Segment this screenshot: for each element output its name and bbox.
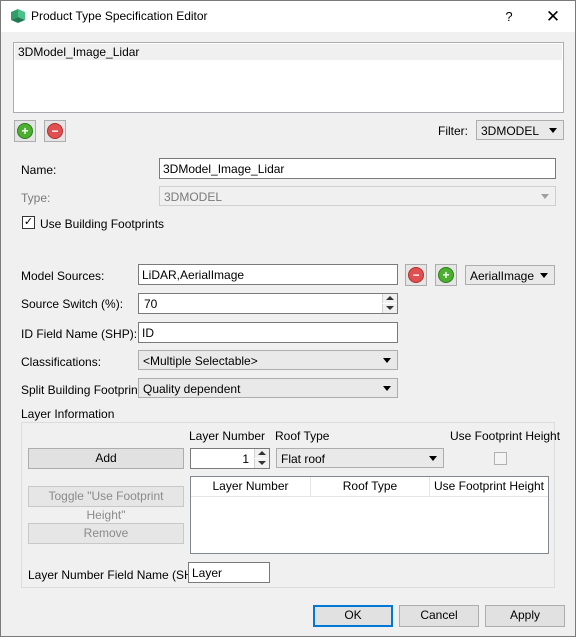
model-sources-value: LiDAR,AerialImage [142, 268, 245, 282]
cancel-button[interactable]: Cancel [399, 605, 479, 627]
name-value: 3DModel_Image_Lidar [163, 162, 285, 176]
spec-list[interactable]: 3DModel_Image_Lidar [13, 42, 564, 113]
remove-icon: − [47, 123, 63, 139]
roof-type-label: Roof Type [275, 429, 330, 443]
window-title: Product Type Specification Editor [31, 9, 208, 23]
spin-down-button[interactable] [382, 304, 397, 313]
model-sources-label: Model Sources: [21, 269, 105, 283]
classifications-label: Classifications: [21, 355, 102, 369]
name-label: Name: [21, 163, 57, 177]
toggle-footprint-height-button[interactable]: Toggle "Use Footprint Height" [28, 486, 184, 522]
id-field-input[interactable]: ID [138, 322, 398, 343]
remove-icon: − [408, 267, 424, 283]
layer-number-label: Layer Number [189, 429, 266, 443]
chevron-up-icon [258, 451, 266, 455]
type-label: Type: [21, 191, 51, 205]
classifications-value: <Multiple Selectable> [143, 354, 258, 368]
layer-number-spinbox[interactable]: 1 [190, 448, 270, 469]
remove-source-button[interactable]: − [405, 264, 427, 286]
source-switch-spinbox[interactable]: 70 [138, 293, 398, 314]
add-icon: + [438, 267, 454, 283]
column-header-layer-number[interactable]: Layer Number [191, 477, 311, 497]
use-building-footprints-label: Use Building Footprints [40, 217, 165, 231]
use-footprint-height-label: Use Footprint Height [450, 429, 561, 443]
layer-info-title: Layer Information [21, 407, 115, 421]
column-header-use-footprint-height[interactable]: Use Footprint Height [430, 477, 548, 497]
add-spec-button[interactable]: + [14, 120, 36, 142]
name-input[interactable]: 3DModel_Image_Lidar [159, 158, 556, 179]
spin-up-button[interactable] [382, 294, 397, 303]
layer-number-value: 1 [242, 452, 249, 466]
use-building-footprints-checkbox[interactable]: ✓ [22, 216, 35, 229]
add-icon: + [17, 123, 33, 139]
roof-type-combo[interactable]: Flat roof [276, 448, 444, 468]
chevron-down-icon [383, 386, 391, 391]
source-type-value: AerialImage [470, 269, 535, 283]
layer-field-input[interactable]: Layer [188, 562, 270, 583]
spin-down-button[interactable] [254, 459, 269, 468]
app-icon [11, 9, 25, 23]
chevron-down-icon [383, 358, 391, 363]
source-type-combo[interactable]: AerialImage [465, 265, 555, 285]
use-footprint-height-checkbox[interactable] [494, 452, 507, 465]
chevron-down-icon [540, 273, 548, 278]
split-footprints-combo[interactable]: Quality dependent [138, 378, 398, 398]
type-value: 3DMODEL [164, 190, 223, 204]
source-switch-label: Source Switch (%): [21, 297, 124, 311]
filter-combo[interactable]: 3DMODEL [476, 120, 564, 140]
layer-field-value: Layer [192, 566, 223, 580]
add-source-button[interactable]: + [435, 264, 457, 286]
add-layer-button[interactable]: Add [28, 448, 184, 469]
source-switch-value: 70 [144, 297, 158, 311]
model-sources-input[interactable]: LiDAR,AerialImage [138, 264, 398, 285]
help-button[interactable]: ? [497, 1, 521, 32]
roof-type-value: Flat roof [281, 452, 326, 466]
split-footprints-label: Split Building Footprints [21, 383, 148, 397]
dialog-window: Product Type Specification Editor ? ✕ 3D… [0, 0, 576, 637]
chevron-down-icon [386, 306, 394, 310]
filter-label: Filter: [438, 124, 468, 138]
spin-up-button[interactable] [254, 449, 269, 458]
ok-button[interactable]: OK [313, 605, 393, 627]
chevron-up-icon [386, 296, 394, 300]
column-header-roof-type[interactable]: Roof Type [311, 477, 430, 497]
classifications-combo[interactable]: <Multiple Selectable> [138, 350, 398, 370]
close-button[interactable]: ✕ [531, 1, 575, 32]
remove-spec-button[interactable]: − [44, 120, 66, 142]
layer-field-label: Layer Number Field Name (SHP): [28, 568, 209, 582]
type-combo[interactable]: 3DMODEL [159, 186, 556, 206]
chevron-down-icon [429, 456, 437, 461]
filter-value: 3DMODEL [481, 124, 540, 138]
title-bar: Product Type Specification Editor ? ✕ [1, 1, 575, 32]
layer-table[interactable]: Layer Number Roof Type Use Footprint Hei… [190, 476, 549, 554]
split-footprints-value: Quality dependent [143, 382, 241, 396]
chevron-down-icon [549, 128, 557, 133]
chevron-down-icon [541, 194, 549, 199]
apply-button[interactable]: Apply [485, 605, 565, 627]
id-field-value: ID [142, 326, 154, 340]
remove-layer-button[interactable]: Remove [28, 523, 184, 544]
spec-list-item[interactable]: 3DModel_Image_Lidar [15, 44, 562, 60]
chevron-down-icon [258, 461, 266, 465]
id-field-label: ID Field Name (SHP): [21, 327, 138, 341]
